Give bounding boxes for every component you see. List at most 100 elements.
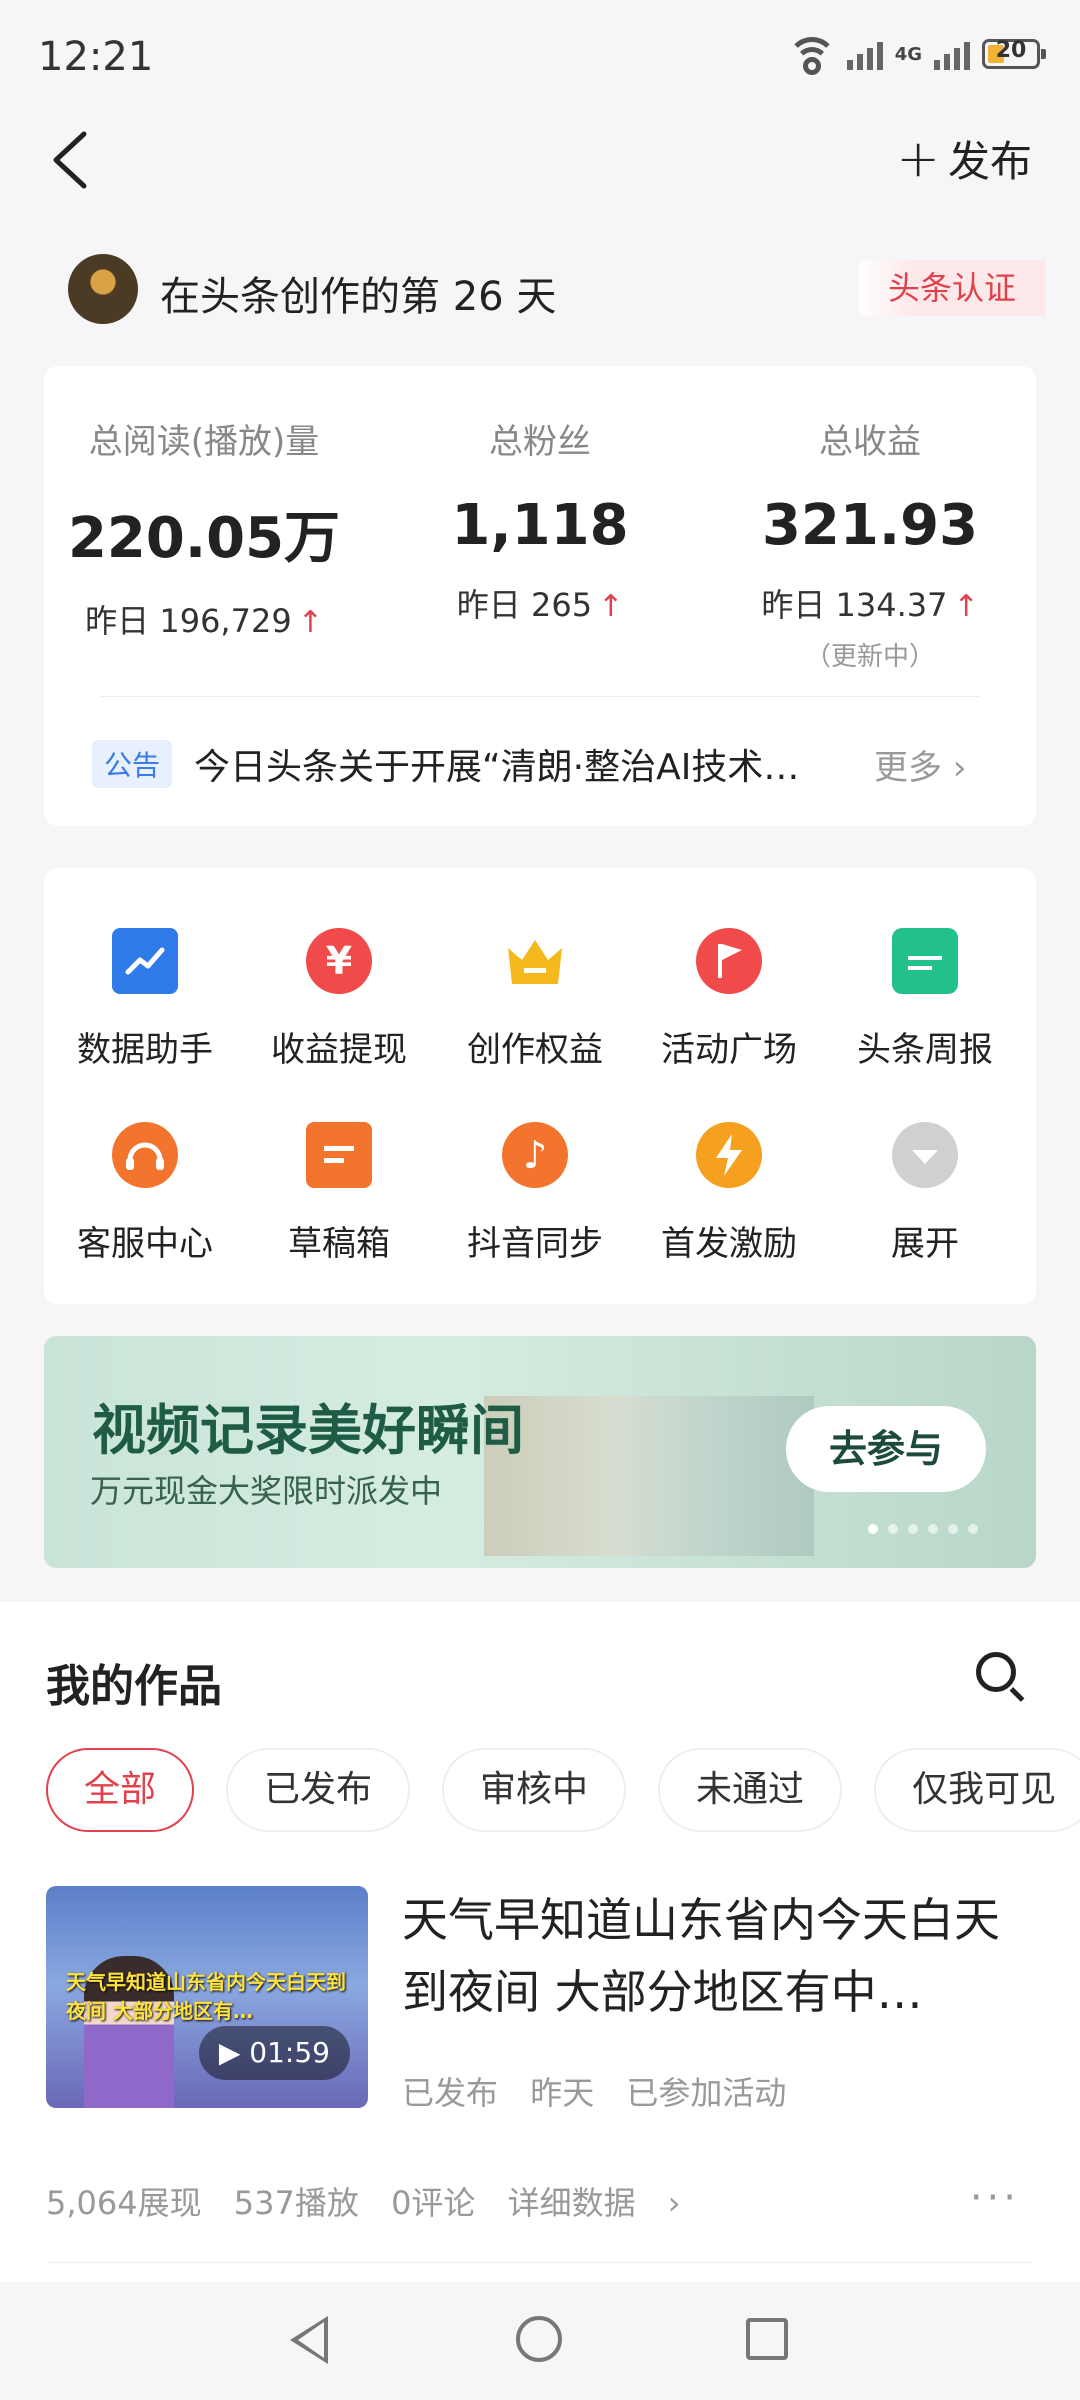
stat-fans[interactable]: 总粉丝 1,118 昨日 265 ↑ <box>380 414 700 626</box>
notice-text: 今日头条关于开展“清朗·整治AI技术… <box>194 747 800 788</box>
post-activity: 已参加活动 <box>626 2074 787 2112</box>
stat-yesterday: 昨日 134.37 ↑ <box>761 586 979 624</box>
tool-data-assistant[interactable]: 数据助手 <box>50 928 240 1071</box>
divider <box>46 2262 1034 2263</box>
tool-label: 客服中心 <box>77 1224 213 1264</box>
stat-value: 321.93 <box>761 493 979 558</box>
tools-grid: 数据助手 ¥ 收益提现 创作权益 活动广场 头条周报 客服中心 草稿箱 ♪ 抖音… <box>44 868 1036 1304</box>
publish-button[interactable]: + 发布 <box>896 128 1032 189</box>
chart-icon <box>112 928 178 994</box>
filter-private[interactable]: 仅我可见 <box>874 1748 1080 1832</box>
plus-icon: + <box>896 128 940 189</box>
stat-income[interactable]: 总收益 321.93 昨日 134.37 ↑ （更新中） <box>710 414 1030 673</box>
stat-value: 1,118 <box>451 493 629 558</box>
post-meta: 已发布 昨天 已参加活动 <box>402 2068 808 2114</box>
stat-value: 220.05万 <box>67 506 341 571</box>
stats-card: 总阅读(播放)量 220.05万 昨日 196,729 ↑ 总粉丝 1,118 昨… <box>44 366 1036 826</box>
promo-banner[interactable]: 视频记录美好瞬间 万元现金大奖限时派发中 去参与 <box>44 1336 1036 1568</box>
works-title: 我的作品 <box>46 1661 222 1712</box>
banner-subtitle: 万元现金大奖限时派发中 <box>90 1472 443 1510</box>
banner-title: 视频记录美好瞬间 <box>92 1399 524 1462</box>
post-status: 已发布 <box>402 2074 499 2112</box>
filter-published[interactable]: 已发布 <box>226 1748 411 1832</box>
up-arrow-icon: ↑ <box>598 589 624 624</box>
battery-level: 20 <box>995 38 1027 63</box>
filter-reviewing[interactable]: 审核中 <box>442 1748 627 1832</box>
more-options-icon[interactable]: ··· <box>970 2178 1020 2218</box>
join-button[interactable]: 去参与 <box>786 1406 986 1492</box>
stat-label: 总收益 <box>819 422 921 462</box>
filter-rejected[interactable]: 未通过 <box>658 1748 843 1832</box>
tool-expand[interactable]: 展开 <box>830 1122 1020 1265</box>
tool-creator-rights[interactable]: 创作权益 <box>440 928 630 1071</box>
nav-home-icon[interactable] <box>516 2316 562 2362</box>
post-plays: 537播放 <box>233 2184 359 2222</box>
lightning-icon <box>696 1122 762 1188</box>
tool-label: 活动广场 <box>661 1030 797 1070</box>
banner-image <box>484 1396 814 1556</box>
network-type: 4G <box>894 43 922 65</box>
flag-icon <box>696 928 762 994</box>
thumbnail-caption: 天气早知道山东省内今天白天到夜间 大部分地区有… <box>66 1970 346 2023</box>
crown-icon <box>502 928 568 994</box>
tool-label: 收益提现 <box>271 1030 407 1070</box>
play-icon: ▶ <box>218 2036 241 2069</box>
system-nav-bar <box>0 2282 1080 2400</box>
back-button[interactable] <box>50 130 90 190</box>
search-icon[interactable] <box>976 1652 1016 1692</box>
post-time: 昨天 <box>530 2074 595 2112</box>
yen-icon: ¥ <box>306 928 372 994</box>
publish-label: 发布 <box>947 137 1032 186</box>
notice-tag: 公告 <box>92 740 173 788</box>
up-arrow-icon: ↑ <box>953 589 979 624</box>
stat-reads[interactable]: 总阅读(播放)量 220.05万 昨日 196,729 ↑ <box>44 414 364 642</box>
stat-label: 总粉丝 <box>489 422 591 462</box>
signal-icon-2 <box>934 38 970 70</box>
tool-label: 草稿箱 <box>288 1224 390 1264</box>
tool-customer-service[interactable]: 客服中心 <box>50 1122 240 1265</box>
up-arrow-icon: ↑ <box>297 605 323 640</box>
tool-income-withdraw[interactable]: ¥ 收益提现 <box>244 928 434 1071</box>
post-impressions: 5,064展现 <box>46 2184 202 2222</box>
tool-drafts[interactable]: 草稿箱 <box>244 1122 434 1265</box>
nav-back-icon[interactable] <box>290 2316 328 2364</box>
signal-icon <box>846 38 883 70</box>
stat-label: 总阅读(播放)量 <box>88 422 320 462</box>
tool-weekly-report[interactable]: 头条周报 <box>830 928 1020 1071</box>
post-title[interactable]: 天气早知道山东省内今天白天到夜间 大部分地区有中… <box>402 1884 1022 2028</box>
divider <box>100 696 980 697</box>
filter-all[interactable]: 全部 <box>46 1748 195 1832</box>
tool-label: 展开 <box>891 1224 959 1264</box>
works-filters: 全部 已发布 审核中 未通过 仅我可见 <box>46 1748 1080 1832</box>
tool-label: 数据助手 <box>77 1030 213 1070</box>
avatar[interactable] <box>68 254 138 324</box>
expand-icon <box>892 1122 958 1188</box>
details-link[interactable]: 详细数据 › <box>508 2184 681 2222</box>
wifi-icon <box>786 37 837 75</box>
tool-label: 头条周报 <box>857 1030 993 1070</box>
status-icons: 4G 20 <box>786 34 1046 75</box>
notice-more-link[interactable]: 更多 › <box>874 740 966 789</box>
douyin-icon: ♪ <box>502 1122 568 1188</box>
works-section: 我的作品 全部 已发布 审核中 未通过 仅我可见 天气早知道山东省内今天白天到夜… <box>0 1602 1080 2282</box>
tool-label: 首发激励 <box>661 1224 797 1264</box>
video-thumbnail[interactable]: 天气早知道山东省内今天白天到夜间 大部分地区有… ▶ 01:59 <box>46 1886 368 2108</box>
certification-button[interactable]: 头条认证 <box>857 260 1046 316</box>
stat-yesterday: 昨日 196,729 ↑ <box>85 602 323 640</box>
tool-activity-square[interactable]: 活动广场 <box>634 928 824 1071</box>
headset-icon <box>112 1122 178 1188</box>
post-stats: 5,064展现 537播放 0评论 详细数据 › <box>46 2178 703 2224</box>
carousel-dots <box>868 1524 978 1534</box>
battery-icon: 20 <box>982 38 1046 69</box>
tool-first-publish-incentive[interactable]: 首发激励 <box>634 1122 824 1265</box>
video-duration: ▶ 01:59 <box>198 2026 350 2080</box>
tool-douyin-sync[interactable]: ♪ 抖音同步 <box>440 1122 630 1265</box>
post-comments: 0评论 <box>391 2184 476 2222</box>
calendar-icon <box>892 928 958 994</box>
tool-label: 创作权益 <box>467 1030 603 1070</box>
nav-recents-icon[interactable] <box>746 2318 788 2360</box>
creation-days: 在头条创作的第 26 天 <box>160 274 557 320</box>
stat-yesterday: 昨日 265 ↑ <box>456 586 624 624</box>
notice-bar[interactable]: 公告 今日头条关于开展“清朗·整治AI技术… 更多 › <box>92 738 992 790</box>
tool-label: 抖音同步 <box>467 1224 603 1264</box>
